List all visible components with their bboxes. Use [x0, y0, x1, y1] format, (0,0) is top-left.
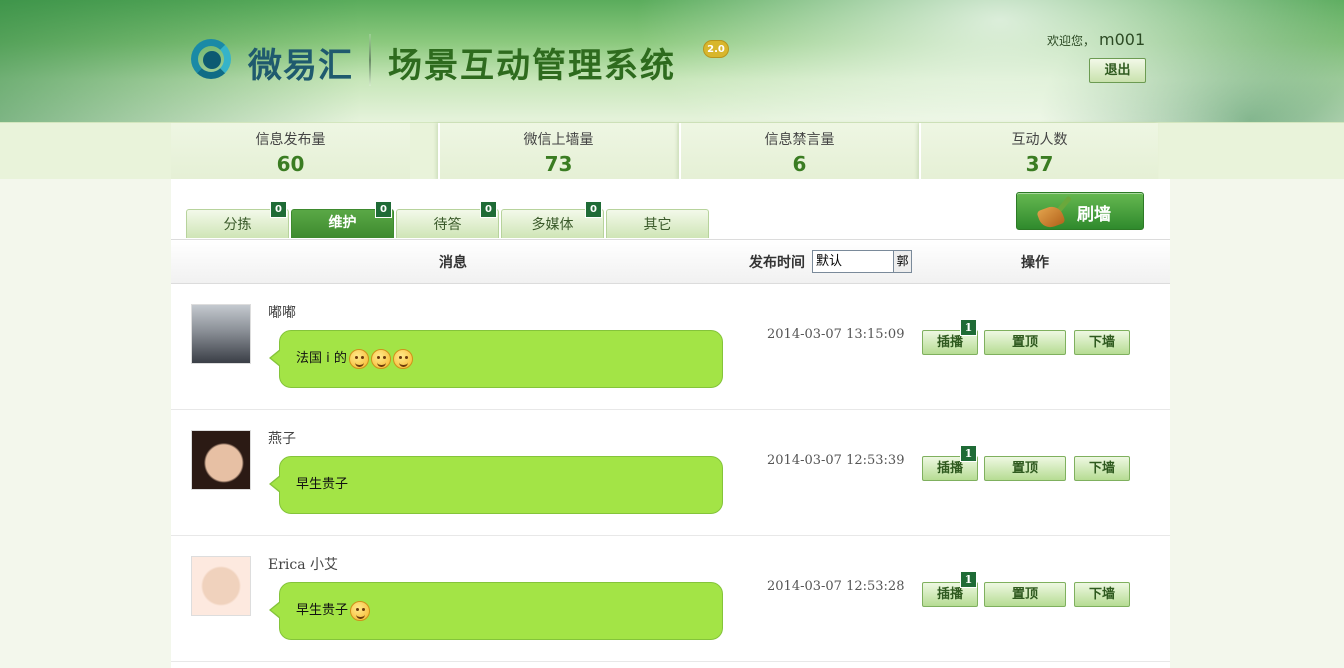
- stats-bar: 信息发布量 60 微信上墙量 73 信息禁言量 6 互动人数 37: [0, 122, 1344, 180]
- time-filter-value: 默认: [816, 254, 843, 269]
- table-header: 消息 发布时间 默认 郭 操作: [171, 239, 1170, 284]
- pin-top-button[interactable]: 置顶: [984, 582, 1066, 607]
- stat-muted: 信息禁言量 6: [679, 123, 918, 180]
- stat-users: 互动人数 37: [919, 123, 1158, 180]
- refresh-wall-button[interactable]: 刷墙: [1016, 192, 1144, 231]
- stat-value: 37: [1025, 152, 1054, 176]
- time-filter-arrow: 郭: [893, 251, 911, 272]
- insert-count-badge: 1: [960, 571, 977, 588]
- user-name: Erica 小艾: [268, 557, 339, 573]
- remove-from-wall-button[interactable]: 下墙: [1074, 330, 1130, 355]
- message-row: Erica 小艾 早生贵子 2014-03-07 12:53:28 插播 1 置…: [171, 536, 1170, 662]
- insert-count-badge: 1: [960, 445, 977, 462]
- stat-posts: 信息发布量 60: [171, 123, 410, 180]
- tab-label: 多媒体: [531, 217, 574, 233]
- version-badge: 2.0: [703, 40, 729, 58]
- avatar: [191, 430, 251, 490]
- message-text: 早生贵子: [296, 603, 349, 618]
- tab-count-badge: 0: [585, 201, 602, 218]
- stat-label: 微信上墙量: [523, 132, 594, 148]
- message-bubble: 早生贵子: [269, 582, 723, 640]
- stat-value: 6: [792, 152, 807, 176]
- stat-label: 互动人数: [1011, 132, 1068, 148]
- stat-wall: 微信上墙量 73: [438, 123, 677, 180]
- tab-count-badge: 0: [375, 201, 392, 218]
- pin-top-button[interactable]: 置顶: [984, 456, 1066, 481]
- tab-label: 待答: [433, 217, 462, 233]
- insert-count-badge: 1: [960, 319, 977, 336]
- user-name: 嘟嘟: [268, 305, 296, 321]
- stat-value: 73: [544, 152, 573, 176]
- logout-button[interactable]: 退出: [1089, 58, 1146, 83]
- message-bubble: 法国 i 的: [269, 330, 723, 388]
- post-time: 2014-03-07 12:53:39: [767, 453, 905, 468]
- post-time: 2014-03-07 13:15:09: [767, 327, 905, 342]
- laugh-emoji-icon: [392, 348, 413, 369]
- smile-emoji-icon: [348, 348, 369, 369]
- post-time: 2014-03-07 12:53:28: [767, 579, 905, 594]
- tab-count-badge: 0: [270, 201, 287, 218]
- remove-from-wall-button[interactable]: 下墙: [1074, 582, 1130, 607]
- tab-pending[interactable]: 待答 0: [396, 201, 499, 238]
- tab-label: 其它: [643, 217, 672, 233]
- refresh-label: 刷墙: [1077, 205, 1111, 225]
- user-name: 燕子: [268, 431, 296, 447]
- col-ops: 操作: [1021, 255, 1049, 271]
- tab-multimedia[interactable]: 多媒体 0: [501, 201, 604, 238]
- smile-emoji-icon: [370, 348, 391, 369]
- brand-name: 微易汇: [248, 46, 353, 86]
- pin-top-button[interactable]: 置顶: [984, 330, 1066, 355]
- remove-from-wall-button[interactable]: 下墙: [1074, 456, 1130, 481]
- avatar: [191, 304, 251, 364]
- time-filter-select[interactable]: 默认 郭: [812, 250, 912, 273]
- message-text: 法国 i 的: [296, 351, 347, 366]
- message-row: 嘟嘟 法国 i 的 2014-03-07 13:15:09 插播 1 置顶 下墙: [171, 284, 1170, 410]
- message-row: 燕子 早生贵子 2014-03-07 12:53:39 插播 1 置顶 下墙: [171, 410, 1170, 536]
- tab-label: 分拣: [223, 217, 252, 233]
- app-header: 微易汇 场景互动管理系统 2.0 欢迎您， m001 退出: [0, 0, 1344, 122]
- col-message: 消息: [439, 255, 467, 271]
- main-panel: 分拣 0 维护 0 待答 0 多媒体 0 其它 刷墙 消息 发布时间 默认 郭 …: [171, 179, 1170, 668]
- tab-maintain[interactable]: 维护 0: [291, 201, 394, 238]
- system-title: 场景互动管理系统: [388, 46, 676, 86]
- logo-icon: [191, 39, 239, 79]
- stat-label: 信息发布量: [255, 132, 326, 148]
- message-text-wrap: 法国 i 的: [296, 347, 413, 369]
- col-time: 发布时间: [749, 255, 805, 271]
- stat-label: 信息禁言量: [764, 132, 835, 148]
- tab-sort[interactable]: 分拣 0: [186, 201, 289, 238]
- message-bubble: 早生贵子: [269, 456, 723, 514]
- welcome-text: 欢迎您， m001: [1047, 30, 1145, 49]
- message-text-wrap: 早生贵子: [296, 599, 371, 621]
- tab-label: 维护: [328, 215, 357, 231]
- header-divider: [369, 34, 371, 86]
- stat-value: 60: [276, 152, 305, 176]
- message-text: 早生贵子: [296, 477, 349, 492]
- tongue-emoji-icon: [350, 600, 371, 621]
- welcome-label: 欢迎您，: [1047, 34, 1096, 48]
- broom-icon: [1036, 195, 1079, 231]
- avatar: [191, 556, 251, 616]
- message-text-wrap: 早生贵子: [296, 473, 348, 492]
- tab-count-badge: 0: [480, 201, 497, 218]
- tab-other[interactable]: 其它: [606, 209, 709, 238]
- username: m001: [1099, 30, 1146, 49]
